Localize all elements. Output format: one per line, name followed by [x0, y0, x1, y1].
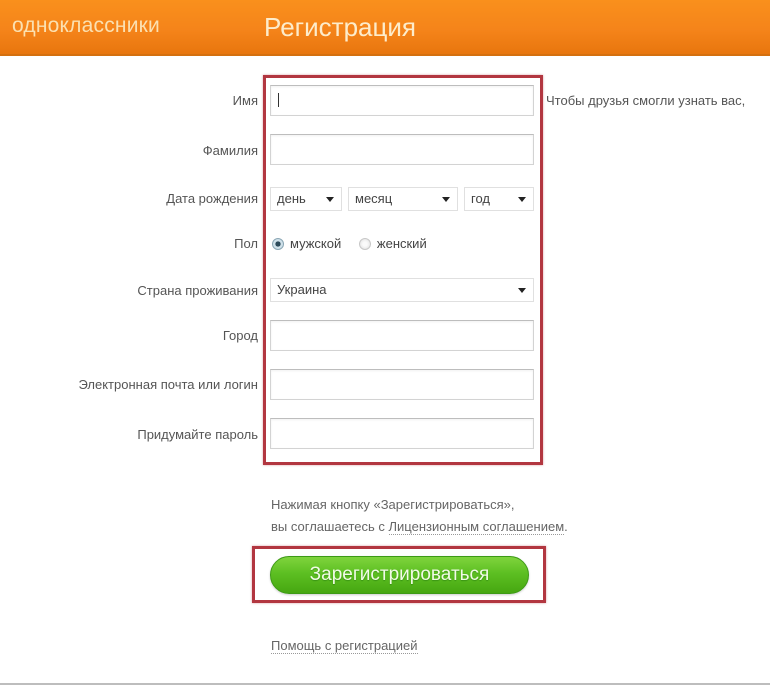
gender-label: Пол — [234, 236, 258, 251]
gender-male-label[interactable]: мужской — [290, 236, 341, 251]
agreement-line-2: вы соглашаетесь с Лицензионным соглашени… — [271, 516, 568, 538]
email-input[interactable] — [270, 369, 534, 400]
city-input[interactable] — [270, 320, 534, 351]
first-name-input[interactable] — [270, 85, 534, 116]
license-agreement-link[interactable]: Лицензионным соглашением — [388, 519, 565, 535]
country-select[interactable]: Украина — [270, 278, 534, 302]
gender-male-radio[interactable] — [272, 238, 284, 250]
page-title: Регистрация — [264, 12, 416, 42]
agreement-prefix: вы соглашаетесь с — [271, 519, 389, 534]
country-label: Страна проживания — [137, 283, 258, 298]
birth-month-value: месяц — [355, 191, 393, 206]
country-value: Украина — [277, 282, 327, 297]
register-button[interactable]: Зарегистрироваться — [270, 556, 529, 594]
agreement-line-1: Нажимая кнопку «Зарегистрироваться», — [271, 497, 515, 512]
brand-logo[interactable]: одноклассники — [12, 14, 160, 38]
gender-radio-group: мужской женский — [272, 236, 441, 251]
first-name-hint: Чтобы друзья смогли узнать вас, — [546, 93, 746, 108]
password-label: Придумайте пароль — [137, 427, 258, 442]
registration-page: одноклассники Регистрация Имя Чтобы друз… — [0, 0, 770, 687]
gender-female-radio[interactable] — [358, 238, 371, 250]
gender-female-label[interactable]: женский — [377, 236, 427, 251]
header: одноклассники Регистрация — [0, 0, 770, 56]
password-input[interactable] — [270, 418, 534, 449]
chevron-down-icon — [518, 288, 526, 293]
birth-month-select[interactable]: месяц — [348, 187, 458, 211]
birth-day-select[interactable]: день — [270, 187, 342, 211]
text-cursor — [278, 93, 279, 107]
city-label: Город — [222, 328, 258, 343]
chevron-down-icon — [518, 197, 526, 202]
chevron-down-icon — [442, 197, 450, 202]
birth-year-select[interactable]: год — [464, 187, 534, 211]
birth-date-label: Дата рождения — [166, 191, 258, 206]
first-name-label: Имя — [232, 93, 258, 108]
registration-help-link[interactable]: Помощь с регистрацией — [271, 638, 418, 654]
last-name-label: Фамилия — [202, 143, 258, 158]
birth-day-value: день — [277, 191, 306, 206]
birth-year-value: год — [471, 191, 490, 206]
agreement-suffix: . — [564, 519, 568, 534]
last-name-input[interactable] — [270, 134, 534, 165]
agreement-text: Нажимая кнопку «Зарегистрироваться», вы … — [271, 494, 568, 538]
bottom-divider — [0, 683, 770, 685]
email-label: Электронная почта или логин — [78, 377, 259, 392]
chevron-down-icon — [326, 197, 334, 202]
